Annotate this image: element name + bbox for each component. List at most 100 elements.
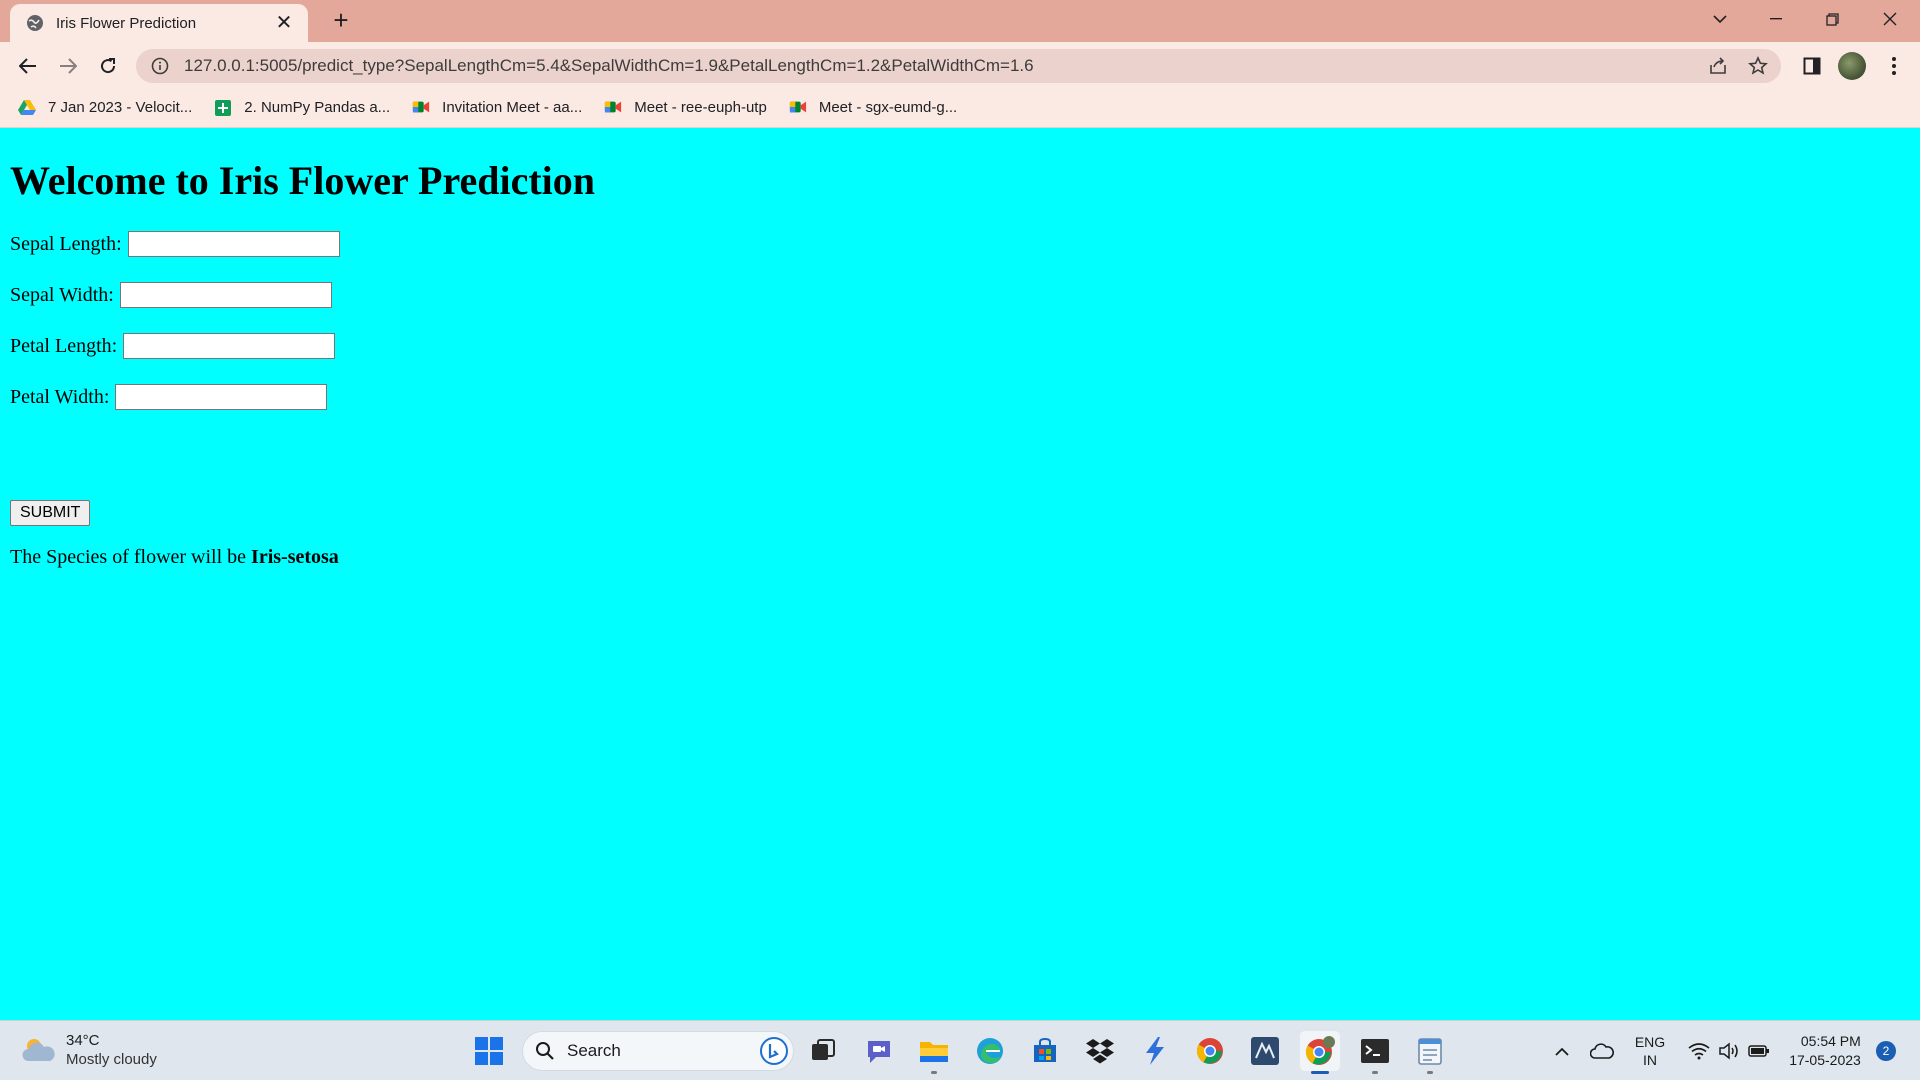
google-drive-icon	[18, 99, 36, 117]
volume-icon[interactable]	[1714, 1021, 1744, 1080]
mysql-workbench-button[interactable]	[1245, 1031, 1285, 1071]
petal-width-label: Petal Width:	[10, 385, 110, 408]
page-content: Welcome to Iris Flower Prediction Sepal …	[0, 128, 1920, 1020]
clock[interactable]: 05:54 PM 17-05-2023	[1782, 1021, 1868, 1080]
side-panel-icon[interactable]	[1796, 50, 1828, 82]
petal-width-input[interactable]	[115, 384, 328, 410]
onedrive-cloud-icon[interactable]	[1586, 1021, 1618, 1080]
result-species: Iris-setosa	[251, 546, 339, 568]
bookmark-item[interactable]: Meet - sgx-eumd-g...	[789, 99, 957, 117]
workbench-icon	[1251, 1037, 1279, 1065]
search-icon	[536, 1042, 554, 1060]
bookmark-label: Meet - ree-euph-utp	[634, 99, 767, 116]
teams-chat-icon	[868, 1041, 890, 1063]
microsoft-store-button[interactable]	[1025, 1031, 1065, 1071]
taskbar-search[interactable]: Search	[522, 1031, 794, 1071]
petal-length-input[interactable]	[123, 333, 336, 359]
notepad-icon	[1418, 1038, 1442, 1065]
bookmarks-bar: 7 Jan 2023 - Velocit... 2. NumPy Pandas …	[0, 88, 1920, 128]
more-menu-icon[interactable]	[1878, 50, 1910, 82]
bookmark-label: 2. NumPy Pandas a...	[244, 99, 391, 116]
restore-button[interactable]	[1804, 0, 1860, 38]
bookmark-item[interactable]: Invitation Meet - aa...	[412, 99, 582, 117]
vscode-like-button[interactable]	[1135, 1031, 1175, 1071]
battery-icon[interactable]	[1744, 1021, 1774, 1080]
tab-iris-flower-prediction[interactable]: Iris Flower Prediction ✕	[10, 4, 308, 42]
address-bar[interactable]: 127.0.0.1:5005/predict_type?SepalLengthC…	[136, 49, 1781, 83]
bing-icon	[760, 1037, 788, 1065]
sepal-length-label: Sepal Length:	[10, 232, 122, 255]
region-code: IN	[1643, 1052, 1657, 1068]
chrome-button[interactable]	[1190, 1031, 1230, 1071]
dropbox-button[interactable]	[1080, 1031, 1120, 1071]
google-sheets-icon	[214, 99, 232, 117]
result-prefix: The Species of flower will be	[10, 546, 252, 568]
terminal-button[interactable]	[1355, 1031, 1395, 1074]
chrome-profile-button[interactable]	[1300, 1031, 1340, 1074]
bookmark-label: 7 Jan 2023 - Velocit...	[48, 99, 193, 116]
weather-temperature: 34°C	[66, 1032, 100, 1049]
petal-length-row: Petal Length:	[10, 333, 1920, 359]
sepal-width-row: Sepal Width:	[10, 282, 1920, 308]
language-indicator[interactable]: ENG IN	[1630, 1021, 1670, 1080]
weather-description: Mostly cloudy	[66, 1051, 157, 1068]
show-hidden-icons-chevron-icon[interactable]	[1548, 1021, 1576, 1080]
minimize-button[interactable]	[1748, 0, 1804, 38]
forward-button[interactable]	[50, 48, 86, 84]
petal-length-label: Petal Length:	[10, 334, 118, 357]
windows-logo-icon	[475, 1037, 503, 1065]
edge-button[interactable]	[970, 1031, 1010, 1071]
sepal-length-input[interactable]	[127, 231, 340, 257]
edge-icon	[977, 1038, 1003, 1064]
chrome-profile-icon	[1305, 1036, 1335, 1065]
prediction-result: The Species of flower will be Iris-setos…	[10, 546, 1920, 569]
site-info-icon[interactable]	[148, 54, 172, 78]
sepal-width-input[interactable]	[119, 282, 332, 308]
notification-badge[interactable]: 2	[1876, 1041, 1896, 1061]
bookmark-item[interactable]: 7 Jan 2023 - Velocit...	[18, 99, 192, 117]
clock-date: 17-05-2023	[1789, 1052, 1861, 1068]
prediction-form: Sepal Length: Sepal Width: Petal Length:…	[10, 231, 1920, 526]
submit-button[interactable]: SUBMIT	[10, 500, 91, 526]
dropbox-icon	[1086, 1039, 1114, 1064]
lightning-app-icon	[1146, 1037, 1164, 1065]
bookmark-item[interactable]: 2. NumPy Pandas a...	[214, 99, 390, 117]
search-label: Search	[567, 1041, 621, 1060]
language-code: ENG	[1634, 1034, 1666, 1050]
close-tab-icon[interactable]: ✕	[274, 13, 294, 33]
file-explorer-button[interactable]	[914, 1031, 954, 1074]
page-title: Welcome to Iris Flower Prediction	[10, 158, 596, 203]
close-window-button[interactable]	[1862, 0, 1918, 38]
teams-chat-button[interactable]	[859, 1031, 899, 1071]
back-button[interactable]	[10, 48, 46, 84]
windows-taskbar: 34°C Mostly cloudy Search ENG IN 05:54 P…	[0, 1020, 1920, 1080]
task-view-button[interactable]	[803, 1031, 843, 1071]
start-button[interactable]	[469, 1031, 509, 1071]
chrome-icon	[1196, 1038, 1223, 1064]
terminal-icon	[1361, 1039, 1389, 1063]
sepal-length-row: Sepal Length:	[10, 231, 1920, 257]
bookmark-item[interactable]: Meet - ree-euph-utp	[604, 99, 767, 117]
sepal-width-label: Sepal Width:	[10, 283, 114, 306]
url-text: 127.0.0.1:5005/predict_type?SepalLengthC…	[184, 56, 1034, 75]
new-tab-button[interactable]: +	[326, 6, 356, 36]
share-icon[interactable]	[1705, 53, 1731, 79]
task-view-icon	[812, 1039, 835, 1060]
bookmark-star-icon[interactable]	[1745, 53, 1771, 79]
tab-search-chevron-icon[interactable]	[1692, 0, 1748, 38]
cloudy-weather-icon	[22, 1039, 55, 1061]
bookmark-label: Meet - sgx-eumd-g...	[818, 99, 958, 116]
globe-icon	[26, 14, 44, 32]
running-indicator	[1427, 1071, 1433, 1074]
browser-toolbar: 127.0.0.1:5005/predict_type?SepalLengthC…	[0, 42, 1920, 88]
tab-title: Iris Flower Prediction	[56, 14, 197, 32]
active-indicator	[1311, 1071, 1329, 1074]
wifi-icon[interactable]	[1684, 1021, 1714, 1080]
profile-avatar[interactable]	[1836, 50, 1868, 82]
reload-button[interactable]	[90, 48, 126, 84]
google-meet-icon	[412, 99, 430, 117]
notepad-button[interactable]	[1410, 1031, 1450, 1074]
store-icon	[1034, 1037, 1056, 1062]
weather-widget[interactable]: 34°C Mostly cloudy	[20, 1031, 157, 1069]
clock-time: 05:54 PM	[1800, 1033, 1861, 1049]
